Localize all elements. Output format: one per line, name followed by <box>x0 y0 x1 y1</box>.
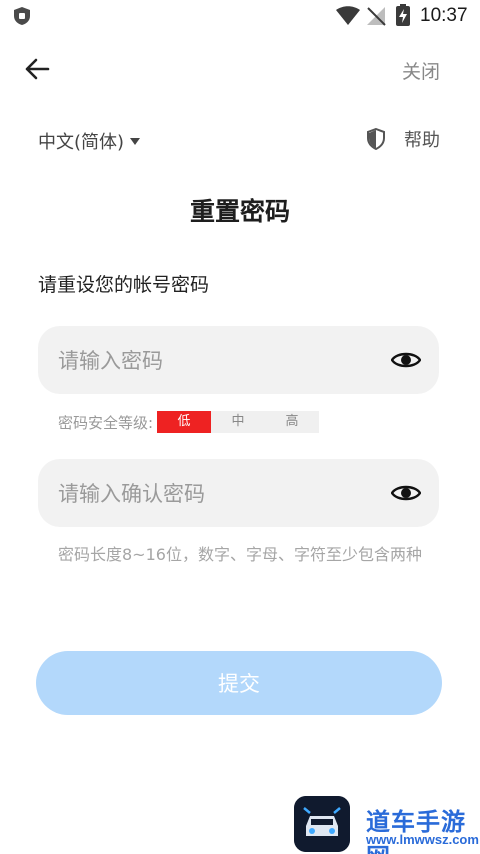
status-time: 10:37 <box>420 5 468 26</box>
page-title: 重置密码 <box>189 197 290 226</box>
language-selected-label: 中文(简体) <box>38 132 125 153</box>
status-bar: 10:37 <box>0 0 480 32</box>
page-subtitle: 请重设您的帐号密码 <box>38 274 210 296</box>
app-shield-icon <box>14 7 30 25</box>
help-button[interactable]: 帮助 <box>366 126 440 152</box>
password-placeholder: 请输入密码 <box>58 349 163 373</box>
eye-icon[interactable] <box>391 350 421 370</box>
wifi-icon <box>336 6 360 25</box>
watermark-url: www.lmwwsz.com <box>366 832 479 847</box>
password-hint: 密码长度8~16位，数字、字母、字符至少包含两种 <box>58 545 422 564</box>
confirm-password-field[interactable]: 请输入确认密码 <box>38 459 439 527</box>
back-button[interactable] <box>20 52 54 86</box>
password-strength-meter: 密码安全等级: 低 中 高 <box>58 411 320 433</box>
caret-down-icon <box>130 137 141 145</box>
strength-level-high: 高 <box>265 411 320 433</box>
no-signal-icon <box>367 7 386 26</box>
help-label: 帮助 <box>404 130 440 151</box>
submit-button[interactable]: 提交 <box>36 651 442 715</box>
watermark-car-logo-icon <box>294 796 350 852</box>
strength-level-low: 低 <box>157 411 212 433</box>
language-select[interactable]: 中文(简体) <box>38 128 141 154</box>
close-button[interactable]: 关闭 <box>402 57 440 84</box>
eye-icon[interactable] <box>391 483 421 503</box>
confirm-password-placeholder: 请输入确认密码 <box>58 482 205 506</box>
shield-icon <box>367 128 385 150</box>
arrow-left-icon <box>25 58 50 80</box>
password-field[interactable]: 请输入密码 <box>38 326 439 394</box>
battery-charging-icon <box>396 4 410 26</box>
strength-level-medium: 中 <box>211 411 266 433</box>
strength-label: 密码安全等级: <box>58 413 154 432</box>
